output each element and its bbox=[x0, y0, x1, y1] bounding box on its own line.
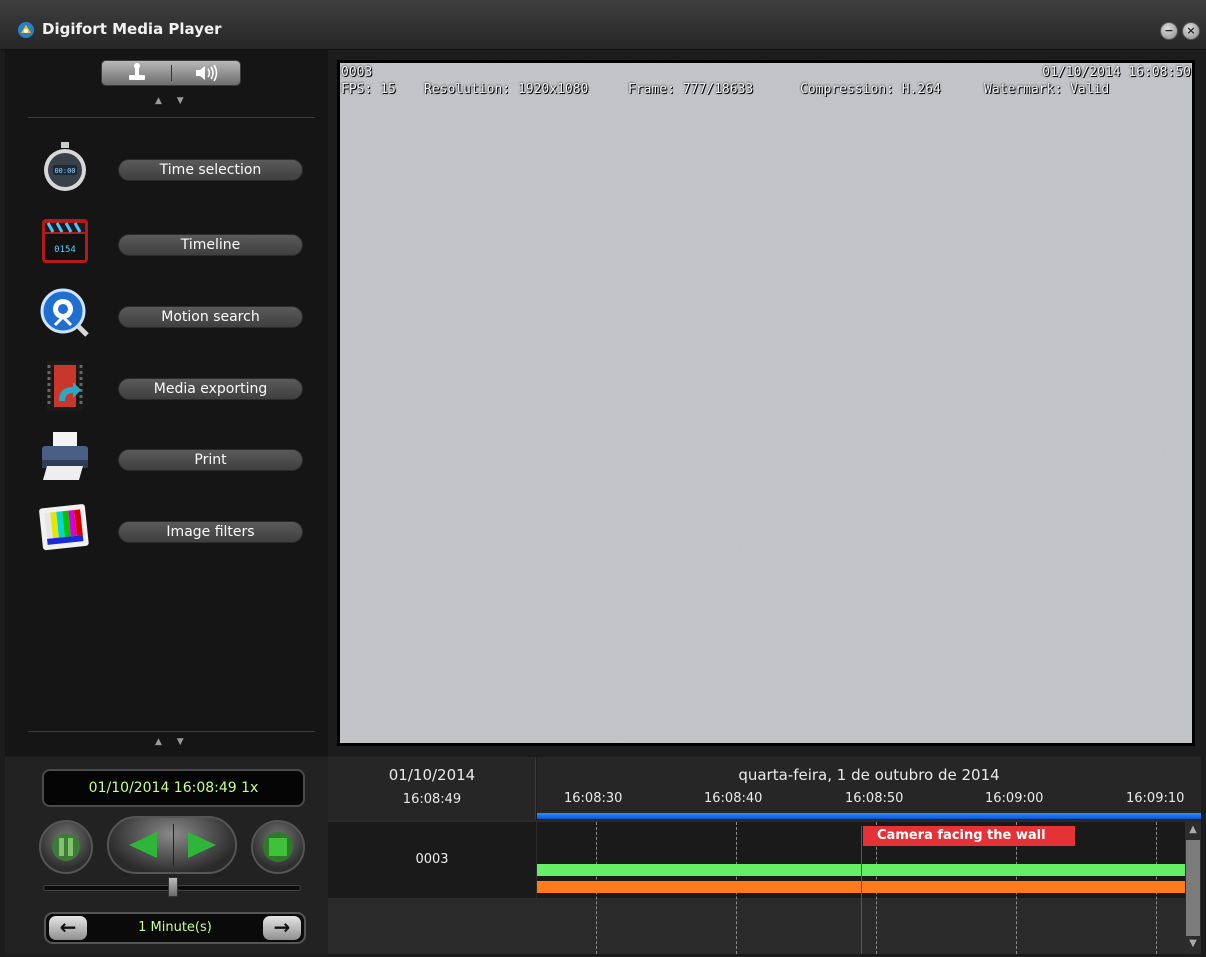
play-backward-button[interactable] bbox=[109, 818, 172, 872]
play-direction-group bbox=[107, 816, 237, 874]
bookmark-label[interactable]: Camera facing the wall bbox=[863, 826, 1075, 846]
divider bbox=[28, 731, 315, 732]
clapperboard-icon: 0154 bbox=[42, 219, 88, 263]
interval-selector: ← 1 Minute(s) → bbox=[44, 912, 306, 944]
stop-button[interactable] bbox=[251, 820, 305, 874]
timeline-header: quarta-feira, 1 de outubro de 2014 16:08… bbox=[537, 757, 1201, 817]
motion-search-icon bbox=[40, 288, 89, 337]
playback-controls: 01/10/2014 16:08:49 1x ← 1 Minute(s) → bbox=[5, 757, 328, 954]
pause-icon bbox=[52, 833, 80, 861]
tool-media-exporting[interactable]: Media exporting bbox=[5, 359, 328, 419]
video-viewport[interactable]: 0003 01/10/2014 16:08:50 FPS: 15 Resolut… bbox=[337, 60, 1195, 746]
speaker-icon bbox=[196, 64, 218, 82]
time-selection-button[interactable]: Time selection bbox=[118, 159, 303, 181]
tool-image-filters[interactable]: Image filters bbox=[5, 502, 328, 562]
tool-time-selection[interactable]: 00:00 Time selection bbox=[5, 141, 328, 201]
scrollbar-thumb[interactable] bbox=[1186, 840, 1200, 936]
close-button[interactable]: × bbox=[1182, 22, 1200, 40]
svg-text:0154: 0154 bbox=[54, 245, 76, 255]
audio-toggle-button[interactable] bbox=[172, 61, 241, 85]
stop-icon bbox=[263, 832, 293, 862]
play-forward-icon bbox=[188, 832, 216, 858]
tool-timeline[interactable]: 0154 Timeline bbox=[5, 215, 328, 275]
play-backward-icon bbox=[129, 832, 157, 858]
image-filter-icon bbox=[39, 504, 89, 551]
motion-search-button[interactable]: Motion search bbox=[118, 306, 303, 328]
osd-resolution: Resolution: 1920x1080 bbox=[424, 82, 589, 97]
ptz-audio-toggle bbox=[101, 60, 241, 86]
camera-image bbox=[340, 63, 1192, 743]
osd-fps: FPS: 15 bbox=[341, 82, 396, 97]
timeline-position-strip[interactable] bbox=[537, 813, 1201, 819]
play-forward-button[interactable] bbox=[174, 818, 237, 872]
timeline-camera-row-header: 0003 bbox=[328, 822, 536, 898]
minimize-button[interactable]: − bbox=[1160, 22, 1178, 40]
svg-text:00:00: 00:00 bbox=[54, 167, 75, 175]
joystick-icon bbox=[129, 63, 145, 80]
timeline-button[interactable]: Timeline bbox=[118, 234, 303, 256]
arrow-right-icon: → bbox=[273, 915, 291, 939]
playback-clock: 01/10/2014 16:08:49 1x bbox=[42, 769, 305, 807]
title-bar: Digifort Media Player − × bbox=[0, 0, 1206, 50]
film-export-icon bbox=[47, 361, 83, 411]
timeline-tick-label: 16:08:40 bbox=[704, 791, 763, 806]
timeline-cursor[interactable] bbox=[861, 826, 862, 954]
timeline-scrollbar[interactable]: ▲ ▼ bbox=[1185, 822, 1201, 954]
interval-prev-button[interactable]: ← bbox=[49, 916, 87, 940]
arrow-left-icon: ← bbox=[59, 915, 77, 939]
app-logo-icon bbox=[18, 22, 34, 38]
timeline-camera-label: 0003 bbox=[415, 852, 449, 867]
scroll-up-icon[interactable]: ▲ bbox=[1185, 824, 1201, 835]
tool-motion-search[interactable]: Motion search bbox=[5, 287, 328, 347]
osd-watermark: Watermark: Valid bbox=[984, 82, 1110, 97]
stopwatch-icon: 00:00 bbox=[44, 142, 86, 191]
timeline-time: 16:08:49 bbox=[402, 792, 462, 807]
close-icon: × bbox=[1186, 24, 1196, 37]
wall-texture bbox=[340, 63, 1192, 743]
timeline-date: 01/10/2014 bbox=[388, 766, 476, 784]
tools-panel: ▲ ▼ 00:00 Time selection 0154 Timeline M… bbox=[5, 50, 328, 756]
speed-slider-thumb[interactable] bbox=[168, 877, 178, 897]
pause-button[interactable] bbox=[39, 820, 93, 874]
ptz-toggle-button[interactable] bbox=[102, 61, 171, 85]
timeline-tick-label: 16:08:50 bbox=[845, 791, 904, 806]
interval-label: 1 Minute(s) bbox=[138, 920, 212, 935]
tools-scroll-up-arrows[interactable]: ▲ ▼ bbox=[155, 96, 190, 106]
timeline-tick-label: 16:09:00 bbox=[985, 791, 1044, 806]
printer-icon bbox=[42, 432, 88, 480]
tool-print[interactable]: Print bbox=[5, 430, 328, 490]
osd-timestamp: 01/10/2014 16:08:50 bbox=[1042, 65, 1191, 80]
timeline-tick-label: 16:08:30 bbox=[564, 791, 623, 806]
print-button[interactable]: Print bbox=[118, 449, 303, 471]
timeline-date-long: quarta-feira, 1 de outubro de 2014 bbox=[738, 766, 1000, 784]
timeline-tick-label: 16:09:10 bbox=[1126, 791, 1185, 806]
interval-next-button[interactable]: → bbox=[263, 916, 301, 940]
osd-frame: Frame: 777/18633 bbox=[628, 82, 754, 97]
tools-scroll-down-arrows[interactable]: ▲ ▼ bbox=[155, 737, 190, 747]
image-filters-button[interactable]: Image filters bbox=[118, 521, 303, 543]
minimize-icon: − bbox=[1164, 24, 1174, 37]
divider bbox=[28, 117, 315, 118]
osd-compression: Compression: H.264 bbox=[800, 82, 941, 97]
scroll-down-icon[interactable]: ▼ bbox=[1185, 938, 1201, 949]
media-exporting-button[interactable]: Media exporting bbox=[118, 378, 303, 400]
window-title: Digifort Media Player bbox=[42, 20, 222, 38]
timeline-current-time: 01/10/2014 16:08:49 bbox=[328, 757, 536, 821]
osd-camera-id: 0003 bbox=[341, 65, 373, 80]
